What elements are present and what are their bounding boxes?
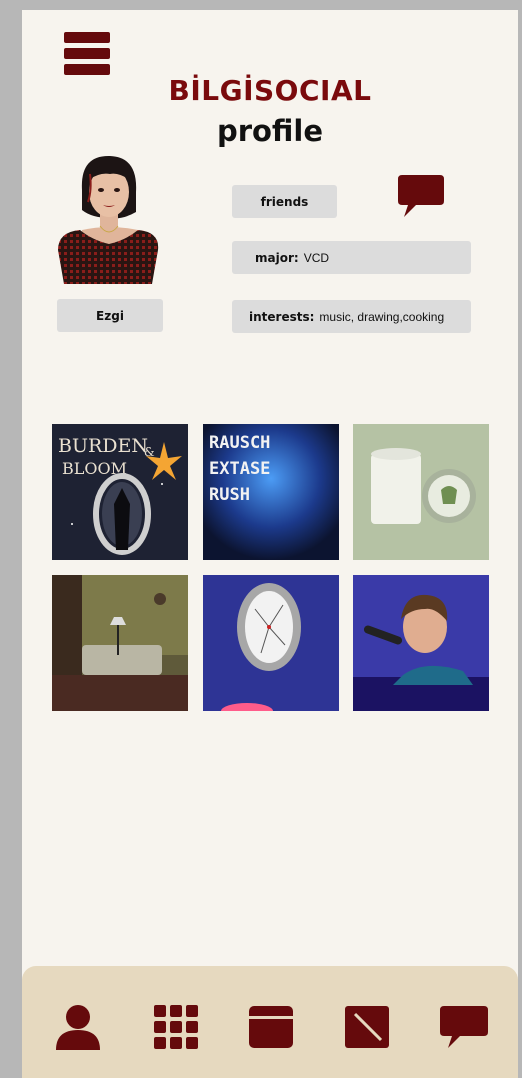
interests-value: music, drawing,cooking <box>319 309 445 324</box>
post-1-caption-1: BURDEN <box>58 435 148 457</box>
hamburger-menu-icon[interactable] <box>64 32 110 76</box>
post-tile-rausch[interactable]: RAUSCH EXTASE RUSH <box>203 424 339 560</box>
post-tile-burden-bloom[interactable]: BURDEN & BLOOM <box>52 424 188 560</box>
calendar-icon[interactable] <box>247 1004 295 1050</box>
chat-bubble-icon[interactable] <box>398 175 444 219</box>
edit-icon[interactable] <box>343 1004 391 1050</box>
chat-icon[interactable] <box>440 1004 488 1050</box>
post-tile-singer[interactable] <box>353 575 489 711</box>
post-tile-room[interactable] <box>52 575 188 711</box>
phone-screen: BİLGİSOCIAL profile Ezgi friends major: … <box>22 10 518 1078</box>
interests-field: interests: music, drawing,cooking <box>232 300 471 333</box>
major-field: major: VCD <box>232 241 471 274</box>
page-title: profile <box>216 114 324 148</box>
avatar <box>58 155 159 284</box>
post-2-line-2: EXTASE <box>209 459 270 479</box>
bottom-nav-bar <box>22 966 518 1078</box>
profile-icon[interactable] <box>54 1004 102 1050</box>
grid-icon[interactable] <box>152 1004 200 1050</box>
post-2-line-3: RUSH <box>209 485 250 505</box>
post-tile-mirror[interactable] <box>203 575 339 711</box>
friends-button[interactable]: friends <box>232 185 337 218</box>
app-brand: BİLGİSOCIAL <box>168 74 372 107</box>
post-tile-packaging[interactable] <box>353 424 489 560</box>
major-value: VCD <box>303 250 330 265</box>
profile-name: Ezgi <box>57 299 163 332</box>
major-label: major: <box>255 250 299 265</box>
post-2-line-1: RAUSCH <box>209 433 270 453</box>
interests-label: interests: <box>249 309 315 324</box>
